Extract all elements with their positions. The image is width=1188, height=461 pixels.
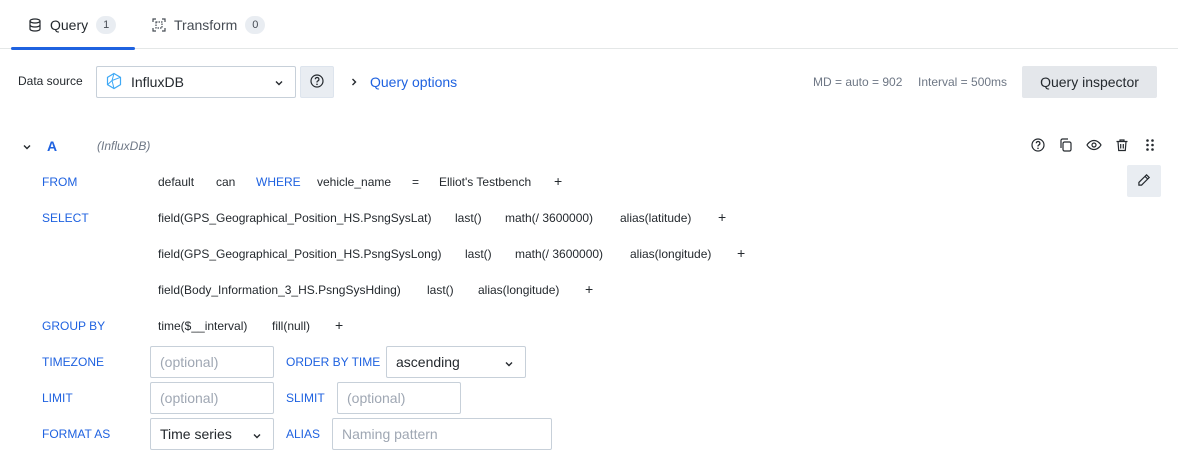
slimit-keyword: SLIMIT (286, 391, 325, 405)
group-by-keyword: GROUP BY (42, 319, 106, 333)
transform-icon (152, 17, 166, 32)
select-aggregate-segment[interactable]: last() (455, 211, 482, 225)
timezone-keyword: TIMEZONE (42, 355, 104, 369)
query-ref-id[interactable]: A (47, 138, 57, 154)
interval-info: Interval = 500ms (918, 75, 1008, 89)
select-field-segment[interactable]: field(GPS_Geographical_Position_HS.PsngS… (158, 211, 431, 225)
slimit-field[interactable] (347, 390, 460, 406)
select-field-segment[interactable]: field(Body_Information_3_HS.PsngSysHding… (158, 283, 401, 297)
chevron-down-icon (251, 429, 263, 445)
from-policy-segment[interactable]: default (158, 175, 194, 189)
where-value-segment[interactable]: Elliot's Testbench (439, 175, 531, 189)
order-by-time-keyword: ORDER BY TIME (286, 355, 381, 369)
datasource-picker[interactable]: InfluxDB (96, 66, 296, 98)
datasource-label: Data source (18, 74, 83, 88)
where-keyword: WHERE (256, 175, 301, 189)
influxdb-icon (105, 72, 123, 93)
select-math-segment[interactable]: math(/ 3600000) (515, 247, 603, 261)
select-field-segment[interactable]: field(GPS_Geographical_Position_HS.PsngS… (158, 247, 442, 261)
query-options-toggle[interactable]: Query options (370, 74, 457, 90)
query-datasource-hint: (InfluxDB) (97, 139, 151, 153)
format-as-select[interactable]: Time series (150, 418, 274, 450)
select-aggregate-segment[interactable]: last() (427, 283, 454, 297)
eye-icon[interactable] (1086, 137, 1102, 153)
add-where-button[interactable]: + (554, 173, 562, 189)
format-as-keyword: FORMAT AS (42, 427, 111, 441)
max-data-points-info: MD = auto = 902 (813, 75, 903, 89)
order-by-time-select[interactable]: ascending (386, 346, 526, 378)
group-by-fill-segment[interactable]: fill(null) (272, 319, 310, 333)
from-keyword: FROM (42, 175, 78, 189)
limit-input[interactable] (150, 382, 274, 414)
question-circle-icon (310, 73, 324, 91)
tab-query-label: Query (50, 16, 89, 33)
collapse-query-icon[interactable] (21, 141, 33, 156)
chevron-down-icon (503, 357, 515, 373)
drag-handle-icon[interactable] (1142, 137, 1158, 153)
chevron-down-icon (273, 76, 285, 92)
select-keyword: SELECT (42, 211, 89, 225)
tab-transform-label: Transform (174, 16, 238, 33)
tab-query[interactable]: Query 1 (11, 0, 135, 50)
alias-keyword: ALIAS (286, 427, 321, 441)
alias-input[interactable] (332, 418, 552, 450)
add-select-part-button[interactable]: + (737, 245, 745, 261)
database-icon (28, 17, 42, 32)
datasource-help-button[interactable] (300, 66, 334, 98)
tab-query-count: 1 (96, 15, 117, 34)
add-group-by-button[interactable]: + (335, 317, 343, 333)
timezone-input[interactable] (150, 346, 274, 378)
editor-tabs: Query 1 Transform 0 (0, 0, 1178, 50)
add-select-part-button[interactable]: + (718, 209, 726, 225)
where-operator-segment[interactable]: = (412, 175, 419, 189)
select-math-segment[interactable]: math(/ 3600000) (505, 211, 593, 225)
datasource-selected: InfluxDB (131, 74, 184, 90)
from-measurement-segment[interactable]: can (216, 175, 235, 189)
tab-transform-count: 0 (245, 15, 266, 34)
alias-field[interactable] (342, 426, 551, 442)
chevron-right-icon[interactable] (348, 76, 360, 91)
timezone-field[interactable] (160, 354, 273, 370)
slimit-input[interactable] (337, 382, 461, 414)
toggle-raw-mode-button[interactable] (1127, 165, 1161, 197)
select-alias-segment[interactable]: alias(longitude) (478, 283, 559, 297)
order-by-time-value: ascending (396, 354, 460, 370)
query-inspector-button[interactable]: Query inspector (1022, 66, 1157, 98)
add-select-part-button[interactable]: + (585, 281, 593, 297)
select-alias-segment[interactable]: alias(latitude) (620, 211, 691, 225)
group-by-time-segment[interactable]: time($__interval) (158, 319, 247, 333)
limit-keyword: LIMIT (42, 391, 73, 405)
where-key-segment[interactable]: vehicle_name (317, 175, 391, 189)
select-alias-segment[interactable]: alias(longitude) (630, 247, 711, 261)
pencil-icon (1137, 173, 1151, 190)
format-as-value: Time series (160, 426, 232, 442)
trash-icon[interactable] (1114, 137, 1130, 153)
tab-transform[interactable]: Transform 0 (152, 0, 266, 49)
query-actions (1030, 137, 1158, 153)
question-circle-icon[interactable] (1030, 137, 1046, 153)
copy-icon[interactable] (1058, 137, 1074, 153)
limit-field[interactable] (160, 390, 273, 406)
select-aggregate-segment[interactable]: last() (465, 247, 492, 261)
